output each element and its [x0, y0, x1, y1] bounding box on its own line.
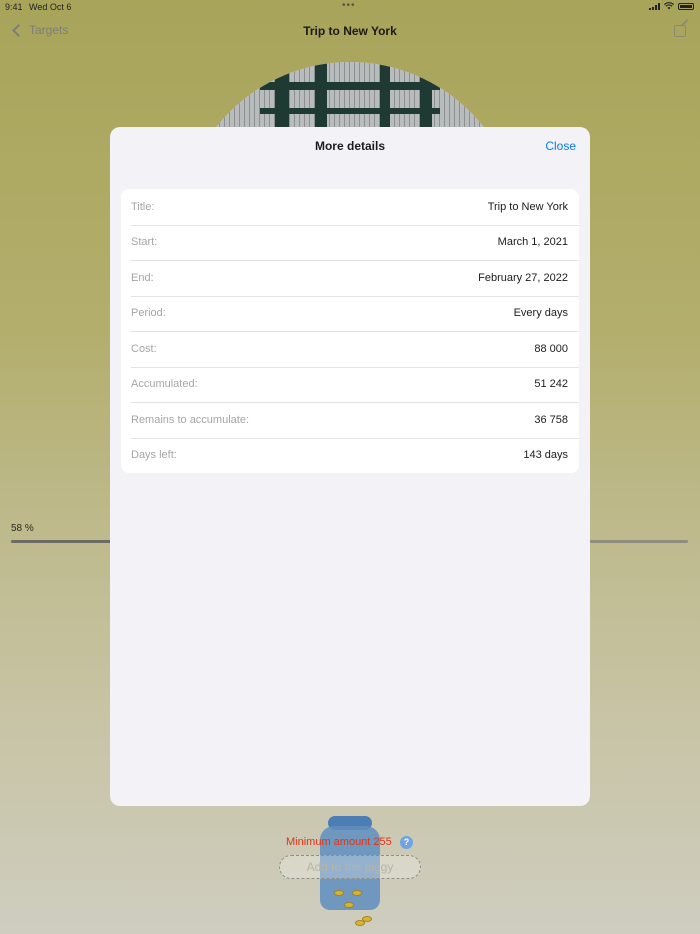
- detail-value: Trip to New York: [487, 200, 568, 213]
- status-time: 9:41: [5, 2, 23, 12]
- detail-value: March 1, 2021: [497, 236, 568, 249]
- more-details-modal: More details Close Title: Trip to New Yo…: [110, 127, 590, 806]
- detail-row-period: Period: Every days: [121, 295, 579, 332]
- detail-label: End:: [131, 271, 154, 284]
- detail-row-days-left: Days left: 143 days: [121, 437, 579, 474]
- close-button[interactable]: Close: [545, 139, 576, 153]
- status-indicators: [649, 2, 694, 10]
- details-list: Title: Trip to New York Start: March 1, …: [121, 189, 579, 473]
- detail-label: Remains to accumulate:: [131, 413, 249, 426]
- detail-row-start: Start: March 1, 2021: [121, 224, 579, 261]
- detail-value: Every days: [513, 307, 568, 320]
- detail-row-title: Title: Trip to New York: [121, 189, 579, 225]
- detail-label: Accumulated:: [131, 378, 198, 391]
- detail-row-remains: Remains to accumulate: 36 758: [121, 402, 579, 438]
- detail-label: Start:: [131, 236, 158, 249]
- detail-label: Cost:: [131, 342, 157, 355]
- detail-value: 36 758: [534, 413, 568, 426]
- wifi-icon: [664, 2, 674, 10]
- detail-label: Period:: [131, 307, 166, 320]
- battery-icon: [678, 2, 694, 10]
- detail-label: Title:: [131, 200, 155, 213]
- detail-value: 143 days: [523, 449, 568, 462]
- detail-row-accumulated: Accumulated: 51 242: [121, 366, 579, 403]
- add-to-piggy-input[interactable]: [279, 855, 421, 879]
- progress-percent: 58 %: [11, 523, 34, 534]
- page-title: Trip to New York: [303, 24, 397, 38]
- help-icon[interactable]: ?: [400, 836, 413, 849]
- detail-label: Days left:: [131, 449, 177, 462]
- modal-title: More details: [314, 139, 386, 153]
- edit-icon[interactable]: [674, 25, 686, 37]
- status-date: Wed Oct 6: [29, 2, 72, 12]
- detail-value: 51 242: [534, 378, 568, 391]
- detail-value: 88 000: [534, 342, 568, 355]
- status-bar: 9:41 Wed Oct 6 •••: [0, 0, 700, 14]
- modal-header: More details Close: [110, 127, 590, 167]
- detail-row-end: End: February 27, 2022: [121, 260, 579, 296]
- detail-value: February 27, 2022: [478, 271, 568, 284]
- multitasking-dots-icon[interactable]: •••: [342, 0, 356, 11]
- detail-row-cost: Cost: 88 000: [121, 331, 579, 367]
- coin-icon: [362, 916, 372, 922]
- cellular-signal-icon: [649, 2, 660, 10]
- minimum-amount-warning: Minimum amount 255: [286, 836, 392, 848]
